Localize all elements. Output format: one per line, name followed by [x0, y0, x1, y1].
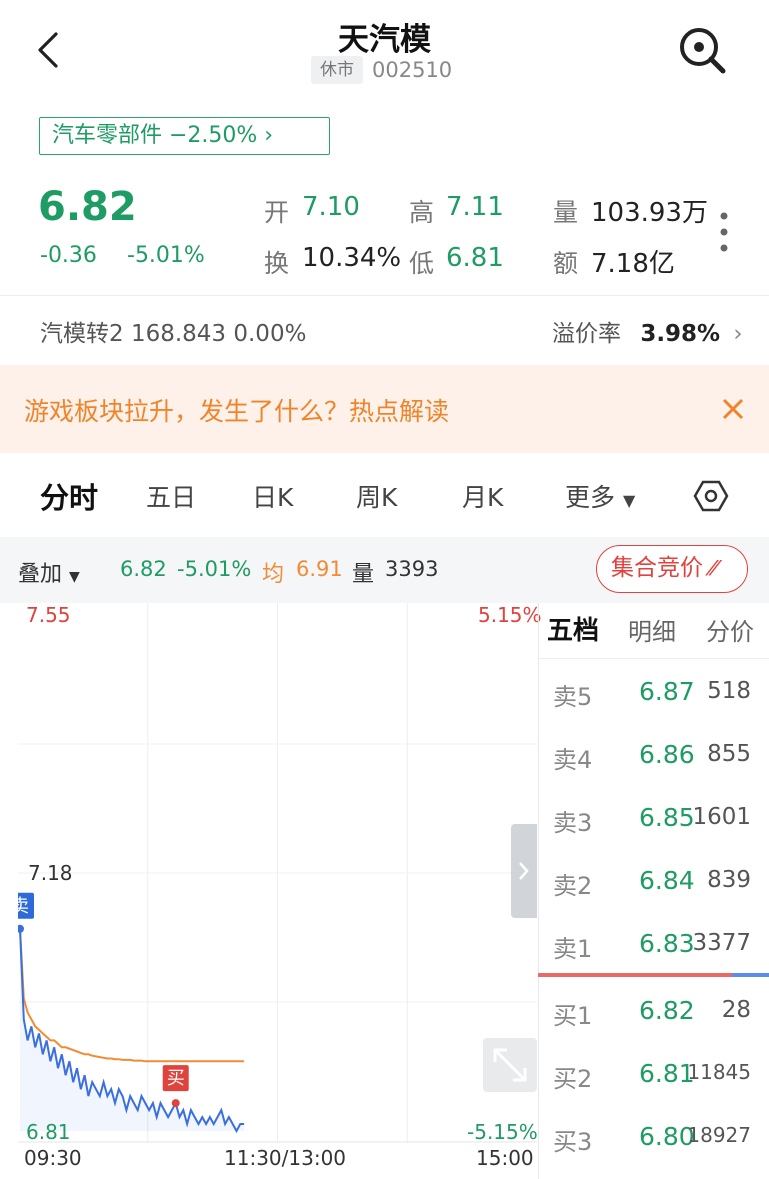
y-max-label: 7.55	[26, 603, 71, 627]
premium-label: 溢价率	[552, 321, 621, 347]
tab-more[interactable]: 更多 ▼	[565, 478, 635, 514]
fullscreen-icon[interactable]	[483, 1038, 537, 1092]
low-label: 低	[409, 249, 435, 278]
open-label: 开	[264, 198, 290, 227]
avg-label: 均	[262, 562, 285, 587]
order-level-label: 卖5	[553, 683, 593, 711]
order-level-label: 买2	[553, 1065, 593, 1093]
order-level-label: 买3	[553, 1128, 593, 1156]
tab-monthly-k[interactable]: 月K	[462, 478, 503, 514]
amount-label: 额	[553, 249, 579, 278]
pct-min-label: -5.15%	[467, 1120, 538, 1144]
chevron-right-icon: ›	[733, 321, 743, 347]
caret-down-icon: ▼	[69, 569, 80, 585]
call-auction-button[interactable]: 集合竞价 ⁄⁄	[596, 545, 748, 593]
settings-icon[interactable]	[693, 478, 729, 514]
buy-marker: 买	[167, 1068, 185, 1089]
high-value: 7.11	[446, 192, 504, 222]
pct-max-label: 5.15%	[478, 603, 542, 627]
buy-point	[171, 1099, 180, 1108]
order-volume: 855	[707, 741, 751, 767]
tab-weekly-k[interactable]: 周K	[356, 478, 397, 514]
divider	[538, 658, 769, 659]
overlay-price: 6.82	[120, 557, 167, 581]
avg-value: 6.91	[296, 557, 343, 581]
sell-marker: 卖	[18, 896, 29, 917]
chart-grid	[18, 603, 537, 1143]
price-change: -0.36	[40, 243, 97, 268]
order-level-label: 卖4	[553, 746, 593, 774]
tab-price-distribution[interactable]: 分价	[706, 612, 754, 647]
order-volume: 839	[707, 867, 751, 893]
status-badge: 休市	[311, 56, 363, 84]
order-volume: 28	[721, 997, 751, 1023]
amount-value: 7.18亿	[591, 249, 675, 279]
low-value: 6.81	[446, 243, 504, 273]
banner-text[interactable]: 游戏板块拉升，发生了什么？热点解读	[24, 392, 449, 428]
premium-value: 3.98%	[640, 321, 721, 347]
overlay-dropdown[interactable]: 叠加 ▼	[18, 556, 80, 588]
call-auction-label: 集合竞价	[611, 555, 703, 581]
tab-five-day[interactable]: 五日	[146, 478, 196, 514]
convertible-bond-row[interactable]: 汽模转2 168.843 0.00%	[40, 314, 306, 348]
volume-label: 量	[553, 198, 579, 227]
high-label: 高	[409, 198, 435, 227]
order-level-label: 卖1	[553, 935, 593, 963]
search-icon[interactable]	[676, 24, 728, 76]
sell-point	[18, 924, 24, 933]
current-price: 6.82	[38, 184, 137, 230]
turnover-label: 换	[264, 249, 290, 278]
tab-daily-k[interactable]: 日K	[252, 478, 293, 514]
order-volume: 1601	[692, 804, 751, 830]
order-level-label: 卖3	[553, 809, 593, 837]
x-label-close: 15:00	[476, 1146, 534, 1170]
average-line	[19, 928, 245, 1063]
x-label-open: 09:30	[24, 1146, 82, 1170]
stock-code: 002510	[372, 58, 453, 82]
x-label-midday: 11:30/13:00	[224, 1146, 347, 1170]
overlay-pct: -5.01%	[177, 557, 252, 581]
order-volume: 11845	[687, 1060, 751, 1084]
y-mid-label: 7.18	[28, 861, 73, 885]
expand-panel-handle[interactable]	[511, 824, 537, 918]
tab-intraday[interactable]: 分时	[40, 475, 98, 517]
price-change-percent: -5.01%	[127, 243, 205, 268]
overlay-label: 叠加	[18, 562, 63, 587]
order-volume: 3377	[692, 930, 751, 956]
close-icon[interactable]	[720, 396, 746, 422]
order-volume: 18927	[687, 1123, 751, 1147]
vol-label: 量	[352, 562, 375, 587]
vol-value: 3393	[385, 557, 439, 581]
sector-tag[interactable]: 汽车零部件 −2.50% ›	[39, 117, 330, 155]
premium-rate[interactable]: 溢价率 3.98% ›	[552, 314, 743, 348]
caret-down-icon: ▼	[622, 491, 636, 510]
volume-value: 103.93万	[591, 198, 708, 228]
divider	[0, 295, 769, 296]
turnover-value: 10.34%	[302, 243, 402, 273]
order-level-label: 卖2	[553, 872, 593, 900]
order-level-label: 买1	[553, 1002, 593, 1030]
tab-details[interactable]: 明细	[628, 612, 676, 647]
bid-ask-ratio-bar	[538, 973, 769, 977]
intraday-chart[interactable]: 卖买	[18, 603, 537, 1143]
slash-icon: ⁄⁄	[710, 556, 717, 580]
tab-more-label: 更多	[565, 483, 616, 512]
open-value: 7.10	[302, 192, 360, 222]
page-title: 天汽模	[338, 22, 431, 58]
more-options-icon[interactable]	[717, 210, 731, 254]
tab-level5[interactable]: 五档	[547, 610, 599, 647]
y-min-label: 6.81	[26, 1120, 71, 1144]
order-volume: 518	[707, 678, 751, 704]
